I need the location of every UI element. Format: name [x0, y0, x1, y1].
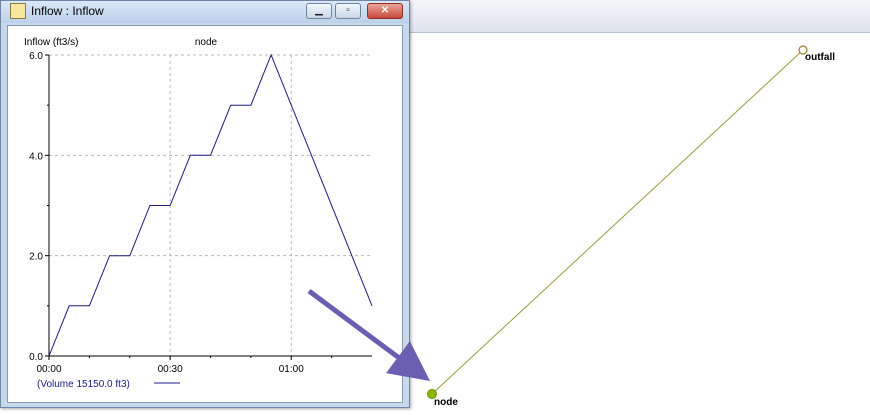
tick-labels: 0.0 2.0 4.0 6.0 00:00 00:30 01:00 [29, 51, 304, 375]
y-tick-label: 2.0 [29, 252, 43, 263]
graph-client-area: Inflow (ft3/s) node 0.0 2.0 4.0 6.0 00:00 00:… [7, 25, 403, 403]
chart-title: node [195, 37, 218, 48]
y-axis-label: Inflow (ft3/s) [24, 37, 78, 48]
legend: (Volume 15150.0 ft3) [37, 379, 180, 390]
y-tick-label: 0.0 [29, 352, 43, 363]
y-tick-label: 6.0 [29, 51, 43, 62]
close-icon: ✕ [380, 5, 390, 16]
conduit-link[interactable] [431, 49, 804, 395]
node-label: node [434, 397, 458, 408]
inflow-graph-window[interactable]: Inflow : Inflow ▁ ▫ ✕ Inflow (ft3/s) nod… [0, 0, 410, 408]
window-titlebar[interactable]: Inflow : Inflow ▁ ▫ ✕ [1, 1, 409, 23]
maximize-icon: ▫ [346, 5, 350, 16]
inflow-chart: Inflow (ft3/s) node 0.0 2.0 4.0 6.0 00:00 00:… [24, 37, 373, 390]
x-tick-label: 01:00 [279, 364, 304, 375]
minimize-button[interactable]: ▁ [306, 3, 332, 19]
maximize-button[interactable]: ▫ [335, 3, 361, 19]
axes [45, 54, 372, 360]
outfall-label: outfall [805, 52, 835, 63]
x-tick-label: 00:30 [158, 364, 183, 375]
inflow-series-line [48, 53, 373, 357]
legend-entry: (Volume 15150.0 ft3) [37, 379, 130, 390]
series-group [48, 53, 373, 357]
close-button[interactable]: ✕ [367, 3, 403, 19]
window-title: Inflow : Inflow [31, 4, 104, 18]
x-tick-label: 00:00 [36, 364, 61, 375]
grid-lines [49, 54, 372, 356]
y-tick-label: 4.0 [29, 151, 43, 162]
graph-window-icon [10, 3, 26, 19]
minimize-icon: ▁ [315, 5, 323, 16]
